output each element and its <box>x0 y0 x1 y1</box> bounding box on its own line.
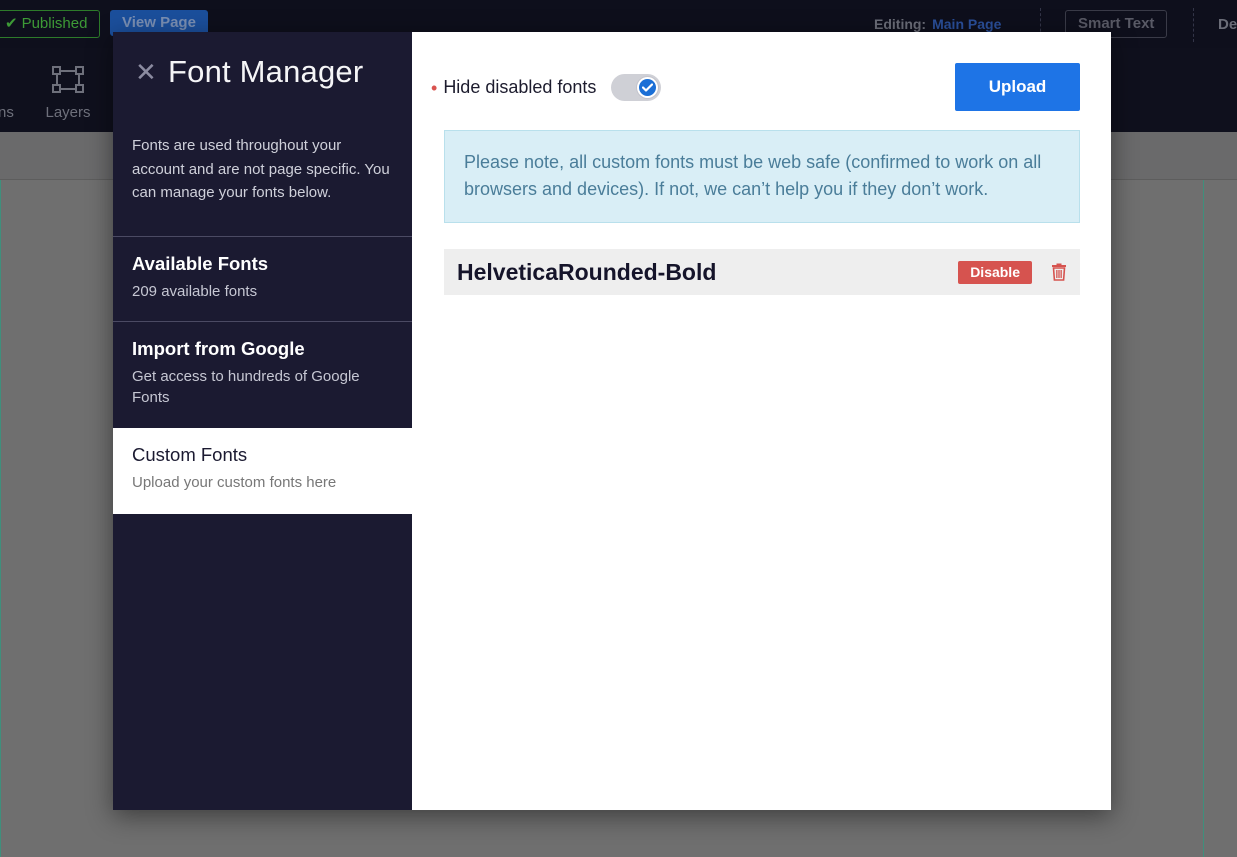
nav-available-fonts[interactable]: Available Fonts 209 available fonts <box>113 236 412 322</box>
divider <box>1193 8 1194 42</box>
modal-description: Fonts are used throughout your account a… <box>132 137 390 201</box>
close-icon[interactable]: ✕ <box>135 60 157 86</box>
modal-title: Font Manager <box>168 54 364 89</box>
nav-subtitle: Get access to hundreds of Google Fonts <box>132 368 360 406</box>
nav-import-google[interactable]: Import from Google Get access to hundred… <box>113 321 412 428</box>
upload-button[interactable]: Upload <box>955 63 1080 111</box>
modal-main: • Hide disabled fonts Upload Please note… <box>412 32 1111 810</box>
published-label: Published <box>21 15 88 32</box>
hide-disabled-toggle[interactable] <box>611 74 662 101</box>
trash-icon[interactable] <box>1051 263 1067 281</box>
layers-icon <box>52 66 84 93</box>
disable-font-button[interactable]: Disable <box>958 260 1032 284</box>
editing-label: Editing: <box>874 16 927 32</box>
published-badge[interactable]: ✔ Published <box>0 10 101 38</box>
font-manager-modal: ✕ Font Manager Fonts are used throughout… <box>113 32 1111 810</box>
web-safe-notice: Please note, all custom fonts must be we… <box>444 130 1080 223</box>
nav-title: Available Fonts <box>132 253 269 274</box>
font-name: HelveticaRounded-Bold <box>457 258 717 285</box>
editing-indicator: Editing: Main Page <box>874 16 1001 32</box>
canvas-guide-right <box>1203 180 1204 857</box>
nav-subtitle: Upload your custom fonts here <box>132 474 337 491</box>
font-row: HelveticaRounded-Bold Disable <box>444 249 1080 295</box>
checkmark-icon <box>639 79 657 96</box>
topbar-cut-label[interactable]: De <box>1218 16 1237 33</box>
toolbar-partial-label[interactable]: ns <box>0 104 14 121</box>
toggle-knob <box>637 77 659 98</box>
layers-label: Layers <box>45 104 91 121</box>
nav-title: Custom Fonts <box>132 444 248 465</box>
editing-page-link[interactable]: Main Page <box>932 16 1001 32</box>
modal-sidebar: ✕ Font Manager Fonts are used throughout… <box>113 32 412 810</box>
nav-title: Import from Google <box>132 338 305 359</box>
layers-tool[interactable]: Layers <box>40 66 96 121</box>
nav-subtitle: 209 available fonts <box>132 283 258 300</box>
hide-disabled-label: Hide disabled fonts <box>443 77 597 97</box>
required-dot: • <box>431 77 438 98</box>
canvas-guide-left <box>0 180 1 857</box>
nav-custom-fonts[interactable]: Custom Fonts Upload your custom fonts he… <box>113 428 412 514</box>
check-icon: ✔ <box>5 15 18 32</box>
hide-disabled-row: • Hide disabled fonts <box>431 74 662 101</box>
